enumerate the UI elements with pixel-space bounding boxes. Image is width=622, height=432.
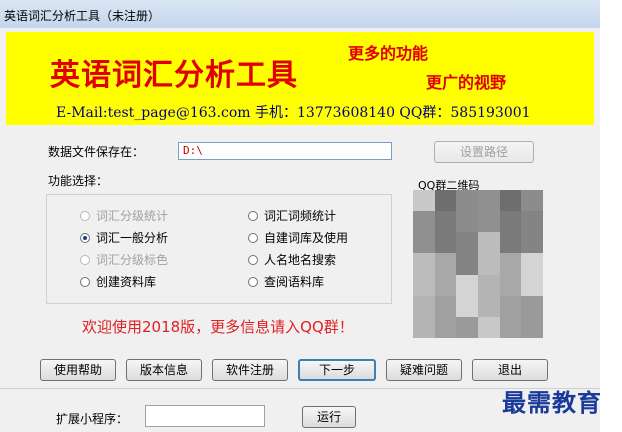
option-label: 自建词库及使用 (264, 231, 349, 245)
qr-cell (477, 232, 500, 254)
qr-cell (477, 295, 500, 317)
option-label: 创建资料库 (96, 275, 157, 289)
qr-cell (499, 190, 522, 212)
banner-title: 英语词汇分析工具 (50, 58, 298, 93)
option-grade-coloring[interactable]: 词汇分级标色 (80, 251, 168, 268)
save-path-input[interactable]: D:\ (178, 142, 392, 160)
radio-checked-icon (80, 233, 90, 243)
option-frequency-stats[interactable]: 词汇词频统计 (248, 207, 336, 224)
banner-slogan-2: 更广的视野 (426, 73, 507, 92)
qr-cell (456, 316, 478, 338)
set-path-button[interactable]: 设置路径 (434, 141, 534, 163)
qr-cell (477, 190, 500, 212)
faq-button[interactable]: 疑难问题 (386, 359, 462, 381)
qr-cell (413, 316, 435, 338)
qr-cell (434, 211, 457, 233)
qr-cell (434, 232, 457, 254)
welcome-message: 欢迎使用2018版，更多信息请入QQ群！ (82, 318, 354, 336)
option-label: 词汇分级统计 (96, 209, 169, 223)
qr-cell (499, 253, 522, 275)
radio-icon (248, 255, 258, 265)
radio-icon (80, 255, 90, 265)
qr-cell (456, 190, 478, 212)
qr-cell (499, 232, 522, 254)
qr-cell (456, 211, 478, 233)
extension-label: 扩展小程序： (56, 412, 129, 426)
qr-cell (434, 190, 457, 212)
qr-cell (499, 295, 522, 317)
qr-cell (477, 211, 500, 233)
banner-slogan-1: 更多的功能 (348, 44, 429, 63)
qr-cell (434, 316, 457, 338)
qr-cell (456, 232, 478, 254)
radio-icon (248, 277, 258, 287)
radio-icon (80, 277, 90, 287)
title-bar: 英语词汇分析工具（未注册） (0, 0, 600, 29)
option-browse-corpus[interactable]: 查阅语料库 (248, 273, 324, 290)
next-step-button[interactable]: 下一步 (298, 359, 376, 381)
qr-cell (434, 274, 457, 296)
radio-icon (248, 211, 258, 221)
radio-icon (248, 233, 258, 243)
qr-cell (521, 295, 543, 317)
option-custom-lexicon[interactable]: 自建词库及使用 (248, 229, 348, 246)
contact-info: E-Mail:test_page@163.com 手机：13773608140 … (56, 105, 531, 121)
option-create-library[interactable]: 创建资料库 (80, 273, 156, 290)
qr-cell (413, 211, 435, 233)
extension-input[interactable] (145, 405, 265, 427)
run-button[interactable]: 运行 (302, 406, 356, 428)
qr-cell (499, 274, 522, 296)
qr-cell (413, 190, 435, 212)
qr-cell (477, 253, 500, 275)
window-title: 英语词汇分析工具（未注册） (4, 9, 161, 23)
qr-cell (434, 253, 457, 275)
qr-cell (413, 253, 435, 275)
qr-cell (456, 274, 478, 296)
option-general-analysis[interactable]: 词汇一般分析 (80, 229, 168, 246)
qr-cell (521, 190, 543, 212)
option-grading-stats[interactable]: 词汇分级统计 (80, 207, 168, 224)
banner: 英语词汇分析工具 更多的功能 更广的视野 E-Mail:test_page@16… (6, 32, 594, 125)
option-label: 词汇一般分析 (96, 231, 169, 245)
watermark: 最需教育 (502, 388, 602, 417)
register-button[interactable]: 软件注册 (212, 359, 288, 381)
help-button[interactable]: 使用帮助 (40, 359, 116, 381)
qr-cell (521, 253, 543, 275)
qr-cell (499, 211, 522, 233)
save-path-label: 数据文件保存在： (48, 145, 145, 159)
option-label: 词汇词频统计 (264, 209, 337, 223)
qr-cell (521, 316, 543, 338)
qr-cell (456, 253, 478, 275)
qr-cell (477, 274, 500, 296)
qr-cell (499, 316, 522, 338)
qr-cell (413, 232, 435, 254)
qr-cell (521, 274, 543, 296)
option-label: 人名地名搜索 (264, 253, 337, 267)
qr-code-image (413, 190, 543, 338)
radio-icon (80, 211, 90, 221)
option-name-place-search[interactable]: 人名地名搜索 (248, 251, 336, 268)
function-select-label: 功能选择： (48, 174, 109, 188)
qr-cell (413, 295, 435, 317)
exit-button[interactable]: 退出 (472, 359, 548, 381)
qr-cell (456, 295, 478, 317)
option-label: 词汇分级标色 (96, 253, 169, 267)
qr-cell (434, 295, 457, 317)
qr-cell (521, 232, 543, 254)
qr-cell (477, 316, 500, 338)
option-label: 查阅语料库 (264, 275, 325, 289)
qr-cell (521, 211, 543, 233)
qr-cell (413, 274, 435, 296)
version-info-button[interactable]: 版本信息 (126, 359, 202, 381)
